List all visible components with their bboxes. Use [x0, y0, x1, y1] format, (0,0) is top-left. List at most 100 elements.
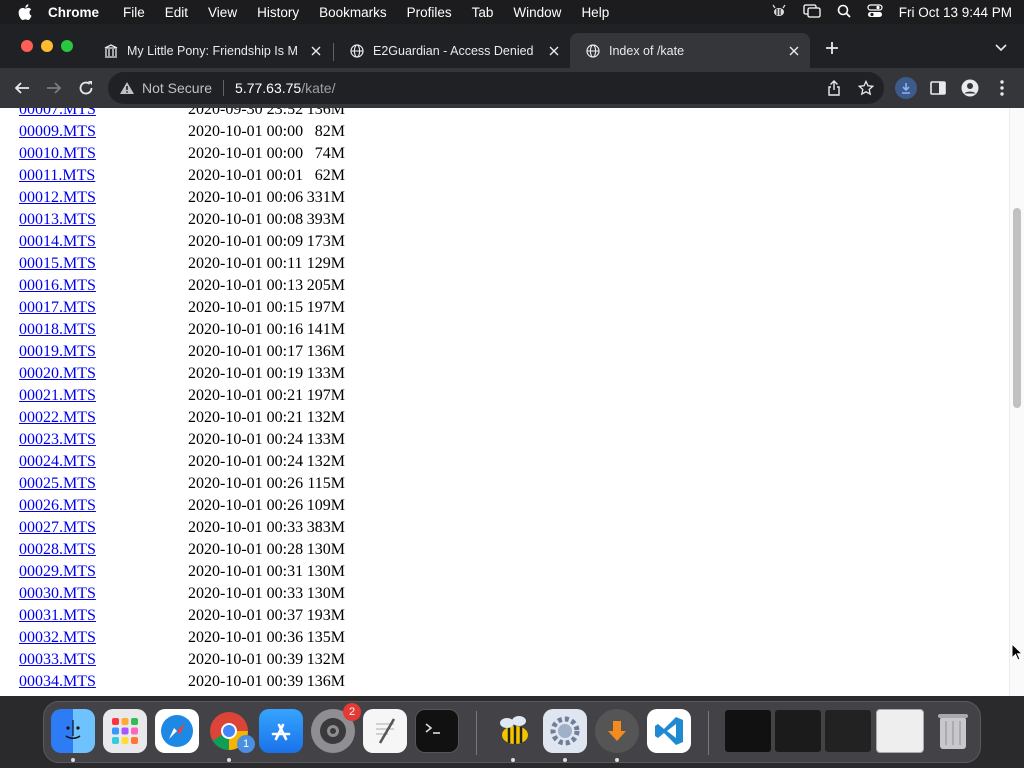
file-link[interactable]: 00025.MTS — [19, 473, 96, 495]
profile-avatar-icon[interactable] — [960, 78, 980, 98]
not-secure-warning-icon[interactable] — [119, 80, 135, 96]
menu-file[interactable]: File — [123, 5, 145, 20]
menu-view[interactable]: View — [208, 5, 237, 20]
tab-index-of-kate[interactable]: Index of /kate — [570, 33, 810, 68]
table-row: 00023.MTS 2020-10-01 00:24 133M — [19, 429, 359, 451]
screen-mirroring-icon[interactable] — [803, 3, 821, 21]
file-link[interactable]: 00026.MTS — [19, 495, 96, 517]
file-link[interactable]: 00011.MTS — [19, 165, 95, 187]
app-store-icon[interactable] — [259, 709, 303, 753]
file-size: 393M — [306, 211, 345, 228]
file-link[interactable]: 00021.MTS — [19, 385, 96, 407]
control-center-icon[interactable] — [867, 3, 883, 21]
file-link[interactable]: 00034.MTS — [19, 671, 96, 693]
close-window-button[interactable] — [21, 40, 33, 52]
apple-menu-icon[interactable] — [16, 3, 34, 21]
table-row: 00028.MTS 2020-10-01 00:28 130M — [19, 539, 359, 561]
minimize-window-button[interactable] — [41, 40, 53, 52]
settings-gear-icon[interactable] — [543, 709, 587, 753]
minimized-window-thumbnail[interactable] — [824, 709, 872, 753]
file-link[interactable]: 00010.MTS — [19, 143, 96, 165]
forward-arrow-icon[interactable] — [44, 78, 64, 98]
file-link[interactable]: 00020.MTS — [19, 363, 96, 385]
close-tab-icon[interactable] — [308, 43, 324, 59]
system-settings-icon[interactable]: 2 — [311, 703, 361, 753]
modified-date: 2020-10-01 00:24 — [188, 453, 304, 470]
tab-my-little-pony[interactable]: My Little Pony: Friendship Is M — [88, 33, 332, 68]
file-link[interactable]: 00016.MTS — [19, 275, 96, 297]
bookmark-star-icon[interactable] — [858, 80, 874, 96]
file-link[interactable]: 00022.MTS — [19, 407, 96, 429]
close-tab-icon[interactable] — [546, 43, 562, 59]
file-link[interactable]: 00033.MTS — [19, 649, 96, 671]
file-link[interactable]: 00024.MTS — [19, 451, 96, 473]
file-link[interactable]: 00009.MTS — [19, 121, 96, 143]
modified-date: 2020-10-01 00:26 — [188, 475, 304, 492]
vertical-scrollbar[interactable] — [1009, 108, 1024, 696]
menu-profiles[interactable]: Profiles — [407, 5, 452, 20]
download-progress-icon[interactable] — [895, 77, 917, 99]
menu-tab[interactable]: Tab — [472, 5, 494, 20]
zoom-window-button[interactable] — [61, 40, 73, 52]
share-icon[interactable] — [826, 80, 842, 96]
file-link[interactable]: 00023.MTS — [19, 429, 96, 451]
table-row: 00019.MTS 2020-10-01 00:17 136M — [19, 341, 359, 363]
launchpad-icon[interactable] — [103, 709, 147, 753]
file-link[interactable]: 00015.MTS — [19, 253, 96, 275]
file-link[interactable]: 00029.MTS — [19, 561, 96, 583]
mouse-pointer-icon — [1011, 643, 1023, 661]
address-bar[interactable]: Not Secure 5.77.63.75 /kate/ — [108, 72, 884, 104]
table-row: 00030.MTS 2020-10-01 00:33 130M — [19, 583, 359, 605]
url-path: /kate/ — [301, 80, 336, 96]
menu-history[interactable]: History — [257, 5, 299, 20]
side-panel-icon[interactable] — [928, 78, 948, 98]
file-link[interactable]: 00031.MTS — [19, 605, 96, 627]
downloader-icon[interactable] — [595, 709, 639, 753]
terminal-icon[interactable] — [415, 709, 459, 753]
reload-icon[interactable] — [76, 78, 96, 98]
file-link[interactable]: 00007.MTS — [19, 108, 96, 121]
menu-clock[interactable]: Fri Oct 13 9:44 PM — [899, 5, 1012, 20]
tab-search-chevron-icon[interactable] — [994, 40, 1010, 56]
not-secure-label[interactable]: Not Secure — [142, 80, 212, 96]
file-link[interactable]: 00027.MTS — [19, 517, 96, 539]
menu-app-name[interactable]: Chrome — [48, 5, 99, 20]
file-size: 197M — [306, 387, 345, 404]
chrome-icon[interactable]: 1 — [207, 709, 255, 753]
file-link[interactable]: 00032.MTS — [19, 627, 96, 649]
menu-bookmarks[interactable]: Bookmarks — [319, 5, 387, 20]
minimized-window-thumbnail[interactable] — [876, 709, 924, 753]
file-link[interactable]: 00013.MTS — [19, 209, 96, 231]
scrollbar-thumb[interactable] — [1013, 208, 1021, 408]
tab-e2guardian[interactable]: E2Guardian - Access Denied — [334, 33, 570, 68]
bee-status-icon[interactable] — [771, 4, 787, 21]
file-link[interactable]: 00030.MTS — [19, 583, 96, 605]
running-indicator — [615, 758, 619, 762]
minimized-window-thumbnail[interactable] — [774, 709, 822, 753]
finder-icon[interactable] — [51, 709, 95, 753]
vscode-icon[interactable] — [647, 709, 691, 753]
textedit-icon[interactable] — [363, 709, 407, 753]
bee-app-icon[interactable] — [491, 709, 535, 753]
menu-window[interactable]: Window — [513, 5, 561, 20]
file-size: 135M — [306, 629, 345, 646]
menu-edit[interactable]: Edit — [165, 5, 188, 20]
table-row: 00025.MTS 2020-10-01 00:26 115M — [19, 473, 359, 495]
trash-icon[interactable] — [931, 709, 975, 753]
file-link[interactable]: 00019.MTS — [19, 341, 96, 363]
modified-date: 2020-10-01 00:16 — [188, 321, 304, 338]
spotlight-search-icon[interactable] — [837, 4, 851, 21]
file-link[interactable]: 00014.MTS — [19, 231, 96, 253]
menu-help[interactable]: Help — [581, 5, 609, 20]
table-row: 00010.MTS 2020-10-01 00:00 74M — [19, 143, 359, 165]
file-link[interactable]: 00018.MTS — [19, 319, 96, 341]
file-link[interactable]: 00028.MTS — [19, 539, 96, 561]
safari-icon[interactable] — [155, 709, 199, 753]
back-arrow-icon[interactable] — [12, 78, 32, 98]
minimized-window-thumbnail[interactable] — [724, 709, 772, 753]
file-link[interactable]: 00012.MTS — [19, 187, 96, 209]
file-link[interactable]: 00017.MTS — [19, 297, 96, 319]
close-tab-icon[interactable] — [786, 43, 802, 59]
more-menu-icon[interactable] — [992, 78, 1012, 98]
new-tab-plus-icon[interactable] — [823, 39, 841, 57]
